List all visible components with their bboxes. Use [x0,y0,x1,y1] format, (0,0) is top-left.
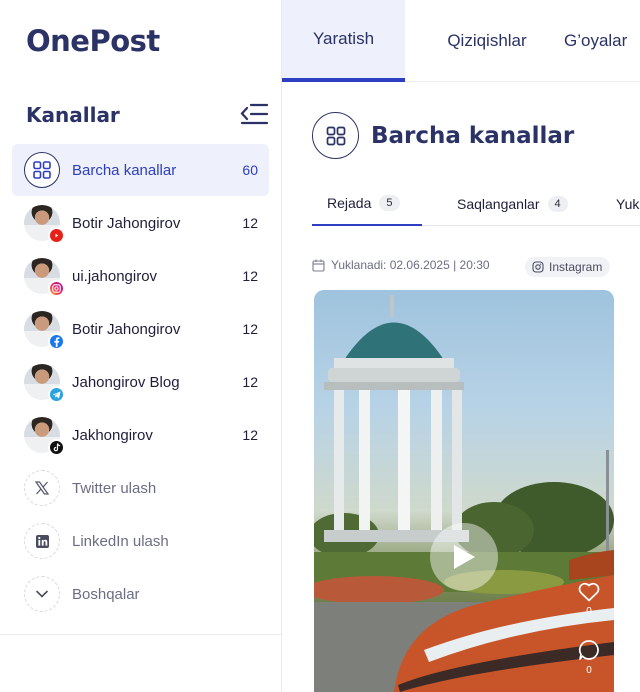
sidebar-item-instagram[interactable]: ui.jahongirov 12 [12,250,269,302]
facebook-icon [48,333,65,350]
sidebar-item-count: 12 [242,268,258,284]
comment-button[interactable]: 0 [574,639,604,676]
tab-goyalar[interactable]: G’oyalar [564,0,640,82]
avatar [24,205,65,244]
youtube-icon [48,227,65,244]
grid-icon [24,152,60,188]
sidebar-item-tiktok[interactable]: Jakhongirov 12 [12,409,269,461]
subtab-rejada[interactable]: Rejada 5 [312,182,422,226]
sidebar-title: Kanallar [26,103,120,127]
sidebar-item-label: Botir Jahongirov [72,320,181,338]
telegram-icon [48,386,65,403]
platform-label: Instagram [549,260,603,274]
x-icon [24,470,60,506]
tiktok-icon [48,439,65,456]
platform-badge: Instagram [525,257,611,277]
sidebar-item-label: Boshqalar [72,585,140,603]
sidebar: OnePost Kanallar Barcha kanallar 60 Boti… [0,0,282,692]
tab-yaratish[interactable]: Yaratish [282,0,405,82]
sidebar-item-count: 12 [242,374,258,390]
sidebar-item-label: Jahongirov Blog [72,373,180,391]
sidebar-item-label: Barcha kanallar [72,161,177,179]
post-schedule: Yuklanadi: 02.06.2025 | 20:30 [312,258,490,272]
linkedin-icon [24,523,60,559]
sidebar-item-connect-linkedin[interactable]: LinkedIn ulash [12,515,269,567]
collapse-sidebar-icon[interactable] [240,102,269,126]
sidebar-item-label: Jakhongirov [72,426,153,444]
sidebar-item-label: LinkedIn ulash [72,532,169,550]
tab-qiziqishlar[interactable]: Qiziqishlar [426,0,548,82]
sidebar-item-count: 12 [242,321,258,337]
sidebar-item-all-channels[interactable]: Barcha kanallar 60 [12,144,269,196]
subtab-label: Saqlanganlar [457,196,540,212]
comment-count: 0 [586,665,592,676]
sidebar-item-label: ui.jahongirov [72,267,158,285]
chevron-down-icon [24,576,60,612]
heart-icon [578,582,600,602]
comment-icon [578,639,600,661]
subtab-label: Rejada [327,195,372,211]
sidebar-item-count: 60 [242,162,258,178]
avatar [24,364,65,403]
sidebar-item-telegram[interactable]: Jahongirov Blog 12 [12,356,269,408]
instagram-icon [48,280,65,297]
media-image [314,295,614,692]
avatar [24,311,65,350]
top-tabs: Yaratish Qiziqishlar G’oyalar [282,0,640,82]
sidebar-item-facebook[interactable]: Botir Jahongirov 12 [12,303,269,355]
like-count: 0 [586,606,592,617]
sidebar-item-others[interactable]: Boshqalar [12,568,269,620]
sidebar-item-youtube[interactable]: Botir Jahongirov 12 [12,197,269,249]
grid-icon [312,112,359,159]
avatar [24,258,65,297]
avatar [24,417,65,456]
like-button[interactable]: 0 [574,582,604,617]
schedule-text: Yuklanadi: 02.06.2025 | 20:30 [331,258,490,272]
instagram-icon [532,261,544,273]
calendar-icon [312,259,325,272]
sidebar-item-count: 12 [242,215,258,231]
sidebar-item-connect-twitter[interactable]: Twitter ulash [12,462,269,514]
play-button[interactable] [430,523,498,591]
subtab-label: Yuk [616,196,640,212]
count-badge: 5 [379,195,400,211]
divider [0,634,281,635]
post-subtabs: Rejada 5 Saqlanganlar 4 Yuk [312,182,640,226]
post-media-preview[interactable] [314,290,614,692]
sidebar-item-label: Twitter ulash [72,479,157,497]
subtab-yuklangan[interactable]: Yuk [616,182,639,226]
channel-list: Barcha kanallar 60 Botir Jahongirov 12 u… [12,144,269,621]
subtab-saqlanganlar[interactable]: Saqlanganlar 4 [457,182,568,226]
page-title: Barcha kanallar [371,122,575,149]
sidebar-item-count: 12 [242,427,258,443]
sidebar-item-label: Botir Jahongirov [72,214,181,232]
post-actions: 0 0 [574,582,604,676]
count-badge: 4 [547,196,568,212]
page-header: Barcha kanallar [312,112,574,159]
app-logo: OnePost [26,24,160,58]
